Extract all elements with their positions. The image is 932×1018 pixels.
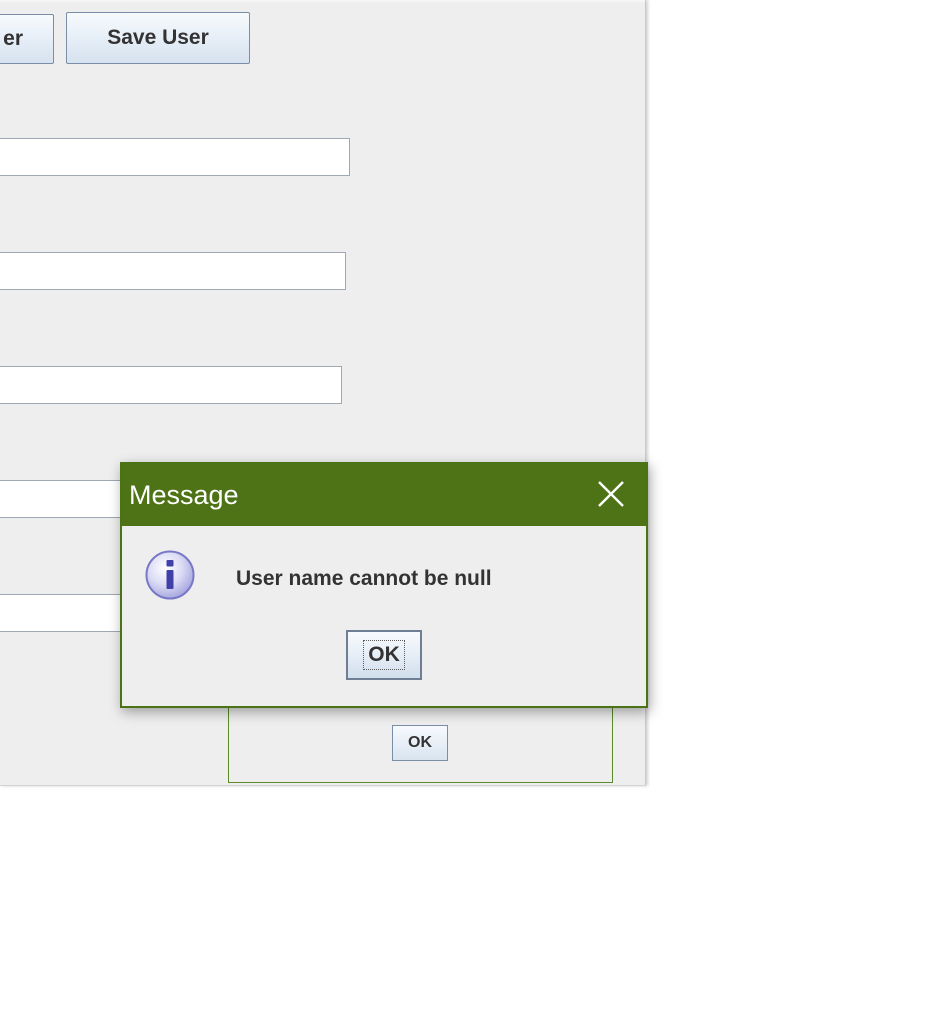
text-field-5[interactable] <box>0 594 130 632</box>
info-icon <box>144 549 196 601</box>
dialog-titlebar[interactable]: Message <box>122 464 646 526</box>
text-field-4[interactable] <box>0 480 130 518</box>
message-dialog: Message User name cannot be null OK <box>120 462 648 708</box>
ok-button[interactable]: OK <box>346 630 422 680</box>
text-field-1[interactable] <box>0 138 350 176</box>
add-user-button[interactable]: er <box>0 14 54 64</box>
background-ok-button[interactable]: OK <box>392 725 448 761</box>
background-ok-label: OK <box>408 734 432 751</box>
dialog-title: Message <box>129 480 239 510</box>
close-icon[interactable] <box>594 476 628 512</box>
background-message-dialog: OK <box>228 700 613 783</box>
dialog-message: User name cannot be null <box>236 567 492 590</box>
save-user-button[interactable]: Save User <box>66 12 250 64</box>
ok-button-label: OK <box>363 640 405 670</box>
window-top-edge <box>0 0 645 2</box>
text-field-3[interactable] <box>0 366 342 404</box>
add-user-button-label: er <box>3 27 23 50</box>
save-user-button-label: Save User <box>107 26 209 49</box>
text-field-2[interactable] <box>0 252 346 290</box>
